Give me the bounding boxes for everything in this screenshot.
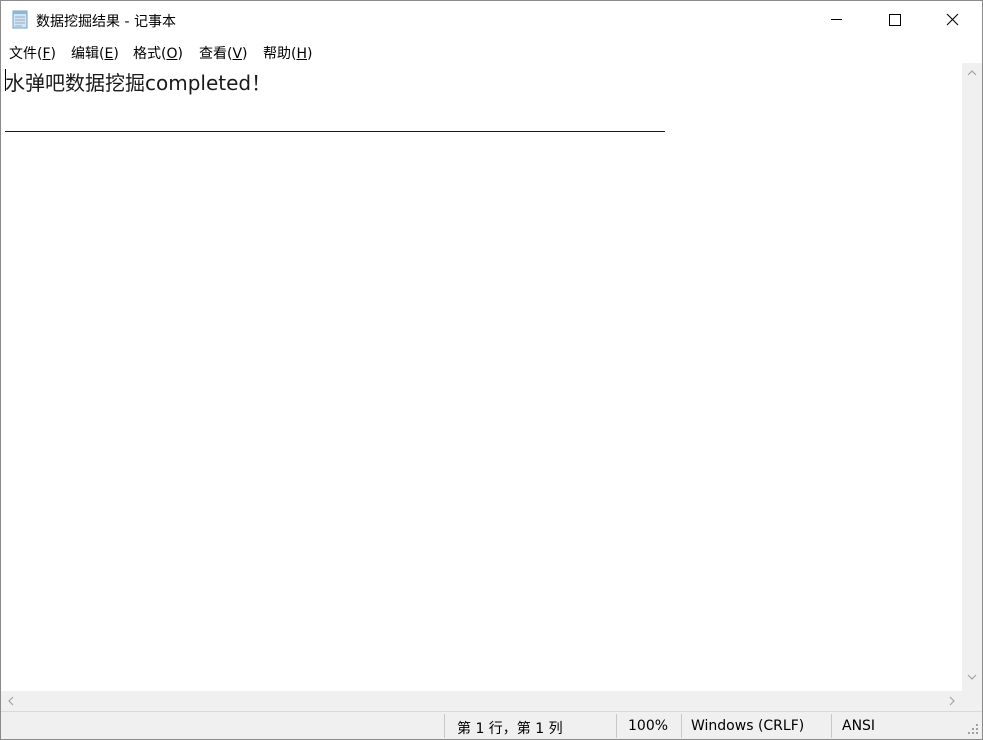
scroll-down-icon[interactable] xyxy=(962,667,982,687)
menu-view[interactable]: 查看(V) xyxy=(199,43,248,63)
status-line-ending: Windows (CRLF) xyxy=(691,718,805,734)
menu-help[interactable]: 帮助(H) xyxy=(263,43,312,63)
text-editor-area[interactable]: 水弹吧数据挖掘completed！ xyxy=(1,63,962,691)
horizontal-scrollbar[interactable] xyxy=(1,691,962,711)
window-title: 数据挖掘结果 - 记事本 xyxy=(36,14,176,30)
vertical-scrollbar[interactable] xyxy=(962,63,982,691)
scroll-up-icon[interactable] xyxy=(962,63,982,83)
text-caret xyxy=(5,69,6,91)
menu-format[interactable]: 格式(O) xyxy=(133,43,183,63)
status-divider xyxy=(831,714,832,738)
title-bar[interactable]: 数据挖掘结果 - 记事本 xyxy=(1,1,982,39)
menu-bar: 文件(F) 编辑(E) 格式(O) 查看(V) 帮助(H) xyxy=(1,39,982,63)
document-line-2-rule xyxy=(5,131,665,132)
status-cursor-position: 第 1 行，第 1 列 xyxy=(457,721,563,737)
status-zoom: 100% xyxy=(628,718,669,734)
notepad-app-icon[interactable] xyxy=(11,9,29,29)
scrollbar-corner xyxy=(962,691,982,711)
maximize-button[interactable] xyxy=(865,1,923,39)
menu-file[interactable]: 文件(F) xyxy=(9,43,56,63)
scroll-right-icon[interactable] xyxy=(942,691,962,711)
menu-edit[interactable]: 编辑(E) xyxy=(71,43,119,63)
notepad-window: 数据挖掘结果 - 记事本 文件(F) 编辑(E) 格式(O) 查看(V) 帮助(… xyxy=(0,0,983,740)
status-divider xyxy=(444,714,445,738)
status-divider xyxy=(616,714,617,738)
close-button[interactable] xyxy=(923,1,981,39)
document-line-1: 水弹吧数据挖掘completed！ xyxy=(5,71,272,95)
scroll-left-icon[interactable] xyxy=(1,691,21,711)
resize-grip-icon[interactable] xyxy=(964,720,980,736)
status-divider xyxy=(681,714,682,738)
status-bar: 第 1 行，第 1 列 100% Windows (CRLF) ANSI xyxy=(1,711,982,739)
status-encoding: ANSI xyxy=(842,718,876,734)
minimize-button[interactable] xyxy=(807,1,865,39)
